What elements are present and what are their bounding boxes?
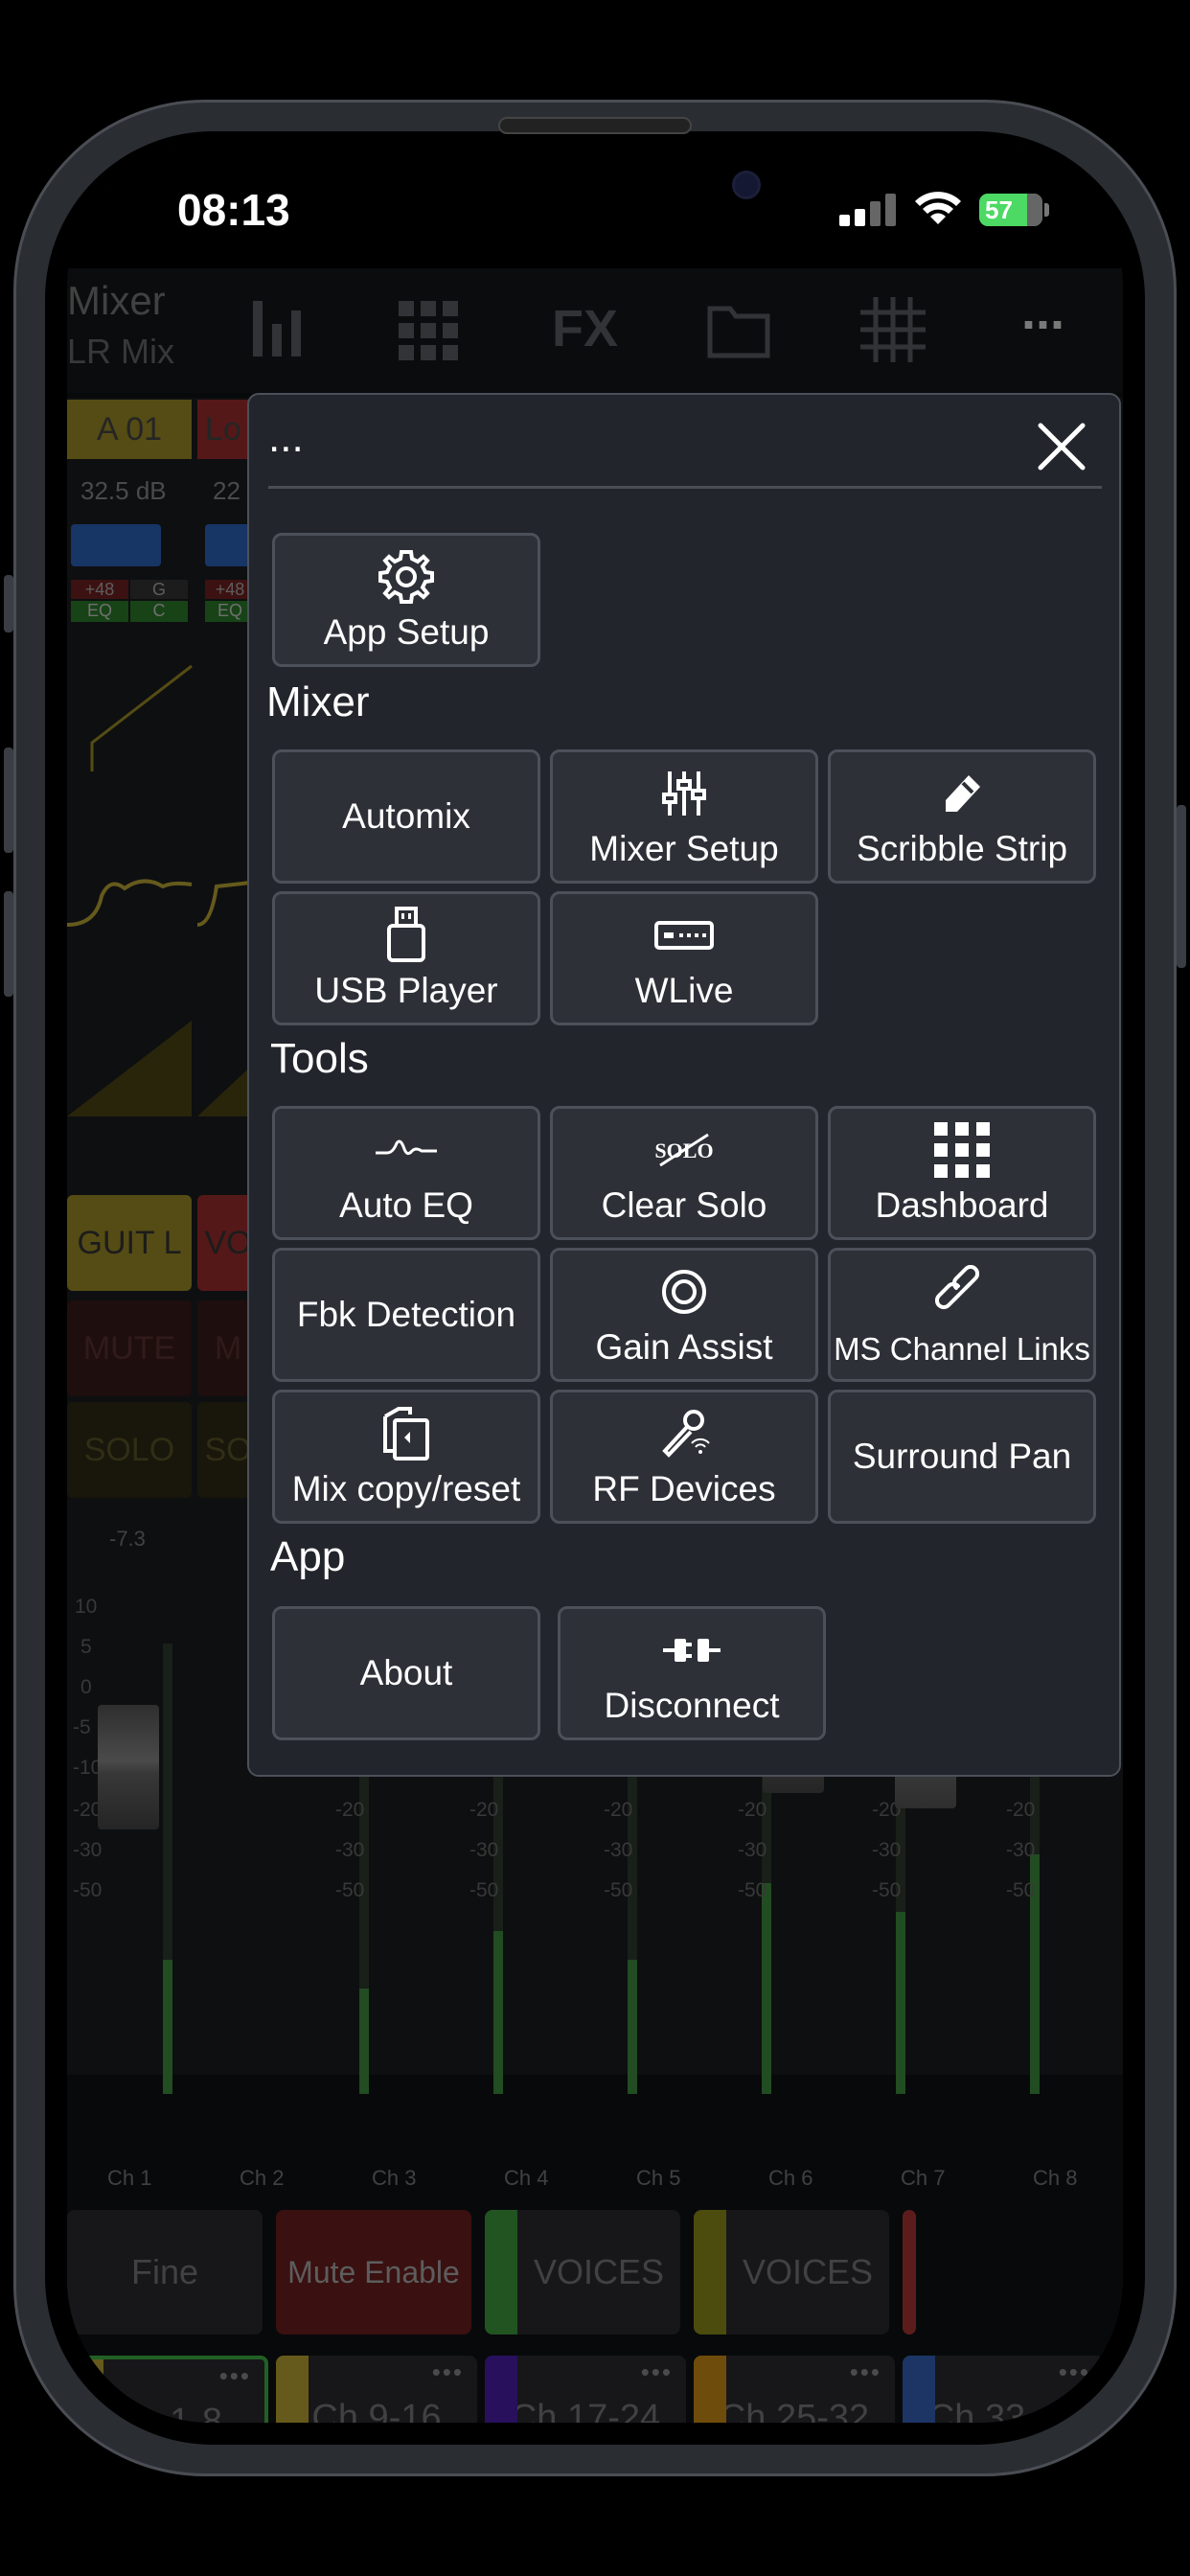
fbk-detection-label: Fbk Detection — [296, 1295, 516, 1334]
battery-icon: 57 — [979, 194, 1042, 226]
disconnect-label: Disconnect — [604, 1686, 780, 1725]
solo-crossed-icon: SOLO — [553, 1122, 815, 1178]
app-setup-label: App Setup — [323, 612, 490, 652]
target-icon — [553, 1264, 815, 1320]
app-setup-button[interactable]: App Setup — [272, 533, 540, 667]
pencil-icon — [831, 766, 1093, 821]
camera-icon — [732, 171, 761, 199]
fbk-detection-button[interactable]: Fbk Detection — [272, 1248, 540, 1382]
rf-devices-button[interactable]: RF Devices — [550, 1390, 818, 1524]
dashboard-label: Dashboard — [875, 1185, 1049, 1225]
auto-eq-button[interactable]: Auto EQ — [272, 1106, 540, 1240]
surround-pan-label: Surround Pan — [852, 1437, 1072, 1476]
automix-label: Automix — [342, 796, 470, 836]
cellular-signal-icon — [839, 194, 897, 226]
battery-tip — [1044, 203, 1049, 217]
card-icon — [553, 908, 815, 963]
scribble-strip-button[interactable]: Scribble Strip — [828, 749, 1096, 884]
about-label: About — [359, 1653, 453, 1692]
battery-level: 57 — [985, 196, 1013, 224]
wlive-button[interactable]: WLive — [550, 891, 818, 1025]
rf-devices-label: RF Devices — [592, 1469, 776, 1508]
silent-switch — [4, 575, 13, 632]
clear-solo-button[interactable]: SOLO Clear Solo — [550, 1106, 818, 1240]
clear-solo-label: Clear Solo — [601, 1185, 767, 1225]
status-bar: 08:13 57 — [67, 144, 1123, 268]
microphone-icon — [553, 1406, 815, 1461]
power-button — [1177, 805, 1186, 968]
auto-eq-label: Auto EQ — [339, 1185, 473, 1225]
eq-curve-icon — [275, 1122, 538, 1178]
gain-assist-label: Gain Assist — [595, 1327, 773, 1367]
notch — [376, 144, 816, 240]
menu-header: ... — [268, 414, 1102, 489]
mixer-setup-button[interactable]: Mixer Setup — [550, 749, 818, 884]
volume-down-button — [4, 891, 13, 997]
more-menu-popup: ... App Setup Mixer Automix Mixer Setup … — [247, 393, 1121, 1777]
earpiece-speaker — [498, 117, 692, 134]
surround-pan-button[interactable]: Surround Pan — [828, 1390, 1096, 1524]
ms-channel-links-button[interactable]: MS Channel Links — [828, 1248, 1096, 1382]
copy-icon — [275, 1406, 538, 1461]
gain-assist-button[interactable]: Gain Assist — [550, 1248, 818, 1382]
about-button[interactable]: About — [272, 1606, 540, 1740]
volume-up-button — [4, 748, 13, 853]
status-time: 08:13 — [177, 185, 290, 235]
usb-player-button[interactable]: USB Player — [272, 891, 540, 1025]
wifi-icon — [915, 192, 961, 224]
mixer-setup-label: Mixer Setup — [589, 829, 779, 868]
section-mixer: Mixer — [266, 678, 370, 725]
close-icon[interactable] — [1035, 420, 1088, 473]
menu-title: ... — [268, 414, 304, 461]
automix-button[interactable]: Automix — [272, 749, 540, 884]
usb-player-label: USB Player — [314, 971, 498, 1010]
grid-icon — [831, 1122, 1093, 1178]
plug-icon — [561, 1622, 823, 1678]
dashboard-button[interactable]: Dashboard — [828, 1106, 1096, 1240]
link-icon — [831, 1264, 1093, 1320]
section-tools: Tools — [270, 1035, 369, 1082]
disconnect-button[interactable]: Disconnect — [558, 1606, 826, 1740]
mix-copy-reset-button[interactable]: Mix copy/reset — [272, 1390, 540, 1524]
gear-icon — [275, 549, 538, 605]
section-app: App — [270, 1533, 346, 1580]
ms-channel-links-label: MS Channel Links — [834, 1331, 1090, 1367]
usb-icon — [275, 907, 538, 963]
scribble-strip-label: Scribble Strip — [856, 829, 1068, 868]
wlive-label: WLive — [634, 971, 734, 1010]
mix-copy-reset-label: Mix copy/reset — [291, 1469, 521, 1508]
sliders-icon — [553, 766, 815, 821]
